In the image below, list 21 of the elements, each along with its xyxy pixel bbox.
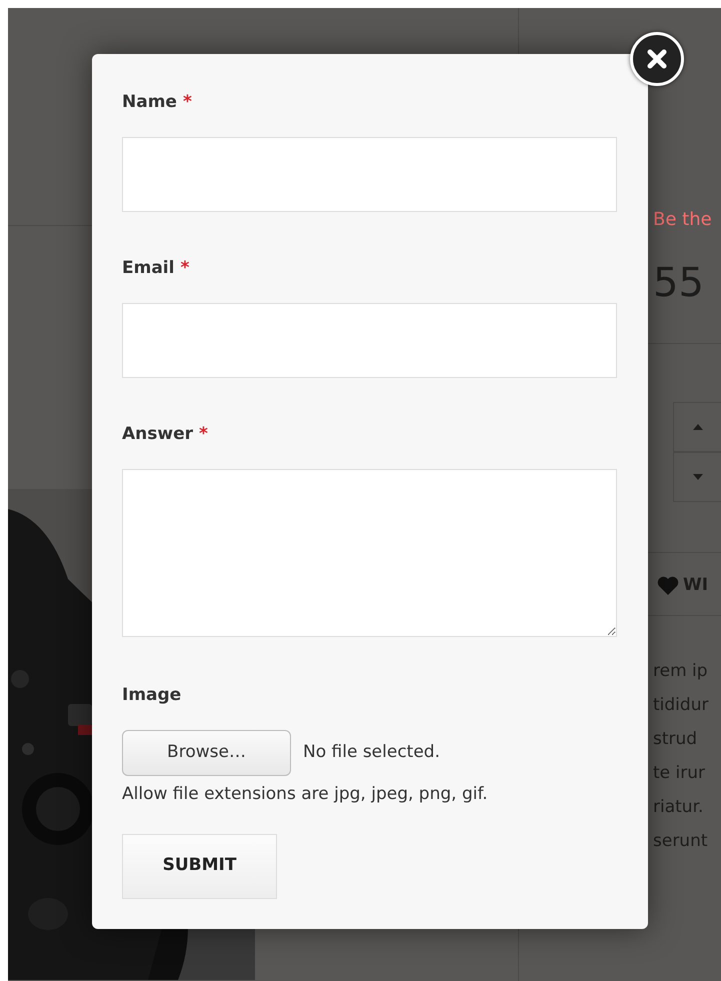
description-text: strud — [653, 728, 698, 750]
field-label: Email * — [122, 258, 190, 278]
description-text: te irur — [653, 762, 706, 784]
field-label: Image — [122, 685, 182, 705]
down-caret-icon[interactable] — [692, 474, 702, 480]
file-status: No file selected. — [303, 741, 440, 764]
submit-button[interactable]: SUBMIT — [122, 834, 277, 898]
up-caret-icon[interactable] — [692, 424, 702, 430]
description-text: serunt — [653, 830, 708, 852]
description-text: rem ip — [653, 660, 708, 682]
field-label: Name * — [122, 92, 192, 112]
heart-icon — [657, 576, 679, 596]
description-text: tididur — [653, 694, 708, 716]
field-label: Answer * — [122, 424, 208, 444]
description-text: riatur. — [653, 796, 704, 818]
help-text: Allow file extensions are jpg, jpeg, png, gif. — [122, 783, 488, 806]
browse-button[interactable]: Browse… — [122, 730, 291, 776]
text-field[interactable] — [122, 303, 617, 378]
close-button[interactable] — [630, 32, 684, 86]
close-icon — [646, 48, 668, 70]
text-field[interactable] — [122, 137, 617, 212]
